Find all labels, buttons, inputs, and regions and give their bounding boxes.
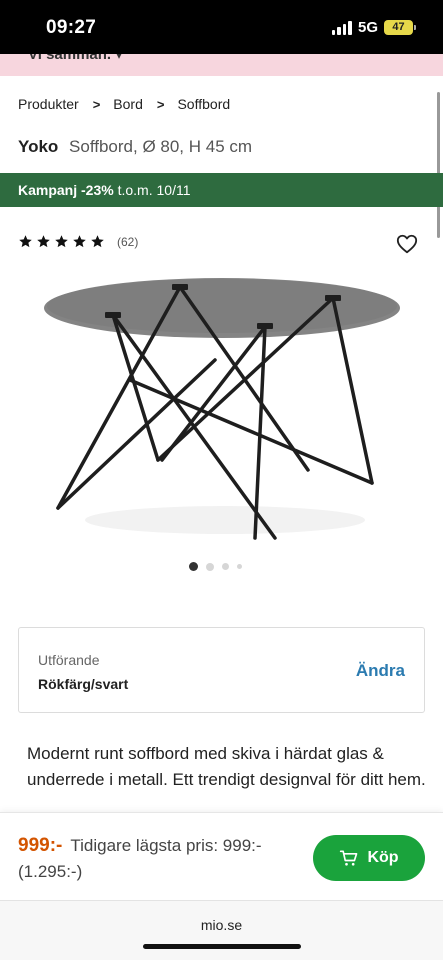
carousel-dot[interactable] <box>222 563 229 570</box>
product-summary: Modernt runt soffbord med skiva i härdat… <box>27 744 426 789</box>
product-description: Soffbord, Ø 80, H 45 cm <box>69 137 253 156</box>
variant-label: Utförande <box>38 652 100 668</box>
product-image[interactable] <box>40 270 410 550</box>
breadcrumb-item-produkter[interactable]: Produkter <box>18 96 79 112</box>
variant-value: Rökfärg/svart <box>38 676 129 692</box>
home-indicator[interactable] <box>143 944 301 949</box>
star-icon <box>37 235 50 248</box>
chevron-right-icon: > <box>156 96 165 112</box>
star-icon <box>55 235 68 248</box>
buy-bar: 999:- Tidigare lägsta pris: 999:- (1.295:… <box>0 812 443 900</box>
buy-button-label: Köp <box>367 849 399 866</box>
chevron-right-icon: > <box>92 96 101 112</box>
star-icon <box>91 235 104 248</box>
carousel-dot[interactable] <box>237 564 242 569</box>
status-bar: 09:27 5G 47 <box>0 0 443 54</box>
cart-icon <box>340 850 358 866</box>
promo-strip-text: Vi samman. ▾ <box>28 54 123 63</box>
status-icons: 5G 47 <box>331 19 416 36</box>
status-time: 09:27 <box>46 17 97 38</box>
price-block: 999:- Tidigare lägsta pris: 999:- (1.295:… <box>18 833 303 885</box>
url-text: mio.se <box>200 917 243 933</box>
rating[interactable]: (62) <box>18 234 138 249</box>
product-title: Yoko Soffbord, Ø 80, H 45 cm <box>18 137 252 157</box>
star-icon <box>73 235 86 248</box>
breadcrumb-item-soffbord[interactable]: Soffbord <box>177 96 230 112</box>
carousel-dots[interactable] <box>189 562 242 571</box>
campaign-period: t.o.m. 10/11 <box>117 182 191 198</box>
star-icon <box>19 235 32 248</box>
carousel-dot[interactable] <box>206 562 214 571</box>
change-variant-button[interactable]: Ändra <box>356 661 405 681</box>
carousel-dot[interactable] <box>189 562 198 571</box>
breadcrumb-item-bord[interactable]: Bord <box>113 96 143 112</box>
battery-icon: 47 <box>384 20 416 35</box>
price-current: 999:- <box>18 835 63 856</box>
signal-icon <box>331 20 352 35</box>
star-rating <box>18 234 105 249</box>
promo-strip[interactable]: Vi samman. ▾ <box>0 54 443 76</box>
network-label: 5G <box>357 19 378 36</box>
heart-icon[interactable] <box>396 233 418 255</box>
breadcrumb: Produkter > Bord > Soffbord <box>18 96 230 112</box>
scrollbar[interactable] <box>437 92 440 238</box>
buy-button[interactable]: Köp <box>313 835 425 881</box>
campaign-label: Kampanj -23% <box>18 182 114 198</box>
rating-count: (62) <box>117 234 139 249</box>
browser-url-bar[interactable]: mio.se <box>0 900 443 960</box>
product-name: Yoko <box>18 137 59 156</box>
variant-card: Utförande Rökfärg/svart Ändra <box>18 627 425 713</box>
campaign-banner: Kampanj -23% t.o.m. 10/11 <box>0 173 443 207</box>
